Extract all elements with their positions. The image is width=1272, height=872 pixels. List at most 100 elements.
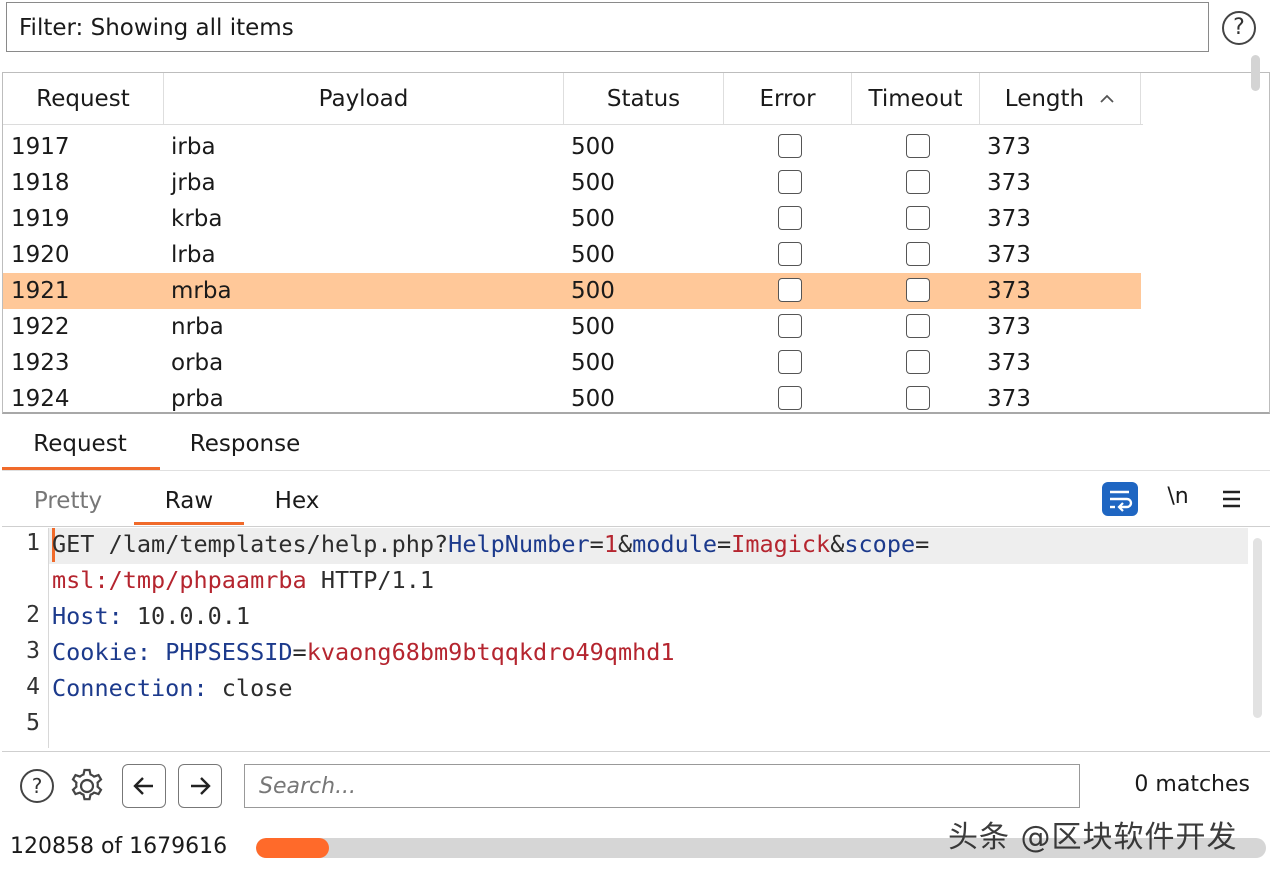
gutter-divider xyxy=(48,528,49,748)
cell-payload: irba xyxy=(171,134,216,160)
code-line-3: Cookie: PHPSESSID=kvaong68bm9btqqkdro49q… xyxy=(52,638,675,666)
progress-count: 120858 of 1679616 xyxy=(10,834,228,859)
results-table: Request Payload Status Error Timeout Len… xyxy=(2,72,1270,414)
cell-request: 1924 xyxy=(11,386,70,412)
tabs-divider xyxy=(2,470,1270,471)
cell-payload: jrba xyxy=(171,170,216,196)
error-checkbox xyxy=(778,206,802,230)
cell-request: 1919 xyxy=(11,206,70,232)
tab-pretty[interactable]: Pretty xyxy=(22,488,114,514)
timeout-checkbox xyxy=(906,242,930,266)
table-row[interactable]: 1918 jrba 500 373 xyxy=(3,165,1141,201)
line-number: 2 xyxy=(26,602,40,628)
line-number: 1 xyxy=(26,530,40,556)
table-row[interactable]: 1917 irba 500 373 xyxy=(3,129,1141,165)
cell-length: 373 xyxy=(987,314,1031,340)
cell-request: 1921 xyxy=(11,278,70,304)
tab-raw[interactable]: Raw xyxy=(140,488,238,514)
column-header-error[interactable]: Error xyxy=(724,73,852,124)
error-checkbox xyxy=(778,242,802,266)
cell-length: 373 xyxy=(987,134,1031,160)
menu-button[interactable] xyxy=(1216,484,1246,514)
line-number: 5 xyxy=(26,710,40,736)
cell-payload: prba xyxy=(171,386,224,412)
column-header-payload[interactable]: Payload xyxy=(164,73,564,124)
previous-match-button[interactable] xyxy=(122,764,166,808)
cell-length: 373 xyxy=(987,350,1031,376)
editor-scrollbar[interactable] xyxy=(1253,538,1262,718)
cell-status: 500 xyxy=(571,314,615,340)
cell-request: 1917 xyxy=(11,134,70,160)
cell-length: 373 xyxy=(987,242,1031,268)
progress-bar-fill xyxy=(256,838,329,858)
cell-payload: orba xyxy=(171,350,224,376)
sort-ascending-icon xyxy=(1094,89,1115,108)
match-count: 0 matches xyxy=(1134,772,1250,797)
error-checkbox xyxy=(778,350,802,374)
table-row[interactable]: 1921 mrba 500 373 xyxy=(3,273,1141,309)
tab-hex[interactable]: Hex xyxy=(262,488,332,514)
cell-length: 373 xyxy=(987,386,1031,412)
settings-button[interactable] xyxy=(66,765,108,807)
cell-status: 500 xyxy=(571,350,615,376)
cell-payload: nrba xyxy=(171,314,224,340)
timeout-checkbox xyxy=(906,206,930,230)
timeout-checkbox xyxy=(906,170,930,194)
hamburger-menu-icon xyxy=(1223,490,1240,508)
cell-length: 373 xyxy=(987,170,1031,196)
help-button[interactable]: ? xyxy=(20,769,54,803)
timeout-checkbox xyxy=(906,350,930,374)
error-checkbox xyxy=(778,134,802,158)
help-icon: ? xyxy=(31,774,43,798)
cell-length: 373 xyxy=(987,278,1031,304)
cell-payload: mrba xyxy=(171,278,232,304)
error-checkbox xyxy=(778,386,802,410)
table-row[interactable]: 1924 prba 500 373 xyxy=(3,381,1141,412)
table-row[interactable]: 1920 lrba 500 373 xyxy=(3,237,1141,273)
timeout-checkbox xyxy=(906,386,930,410)
arrow-right-icon xyxy=(191,777,211,795)
table-row[interactable]: 1919 krba 500 373 xyxy=(3,201,1141,237)
timeout-checkbox xyxy=(906,314,930,338)
table-header: Request Payload Status Error Timeout Len… xyxy=(3,73,1143,125)
column-header-request[interactable]: Request xyxy=(3,73,164,124)
filter-help-icon[interactable]: ? xyxy=(1222,11,1256,45)
cell-status: 500 xyxy=(571,206,615,232)
code-line-2: Host: 10.0.0.1 xyxy=(52,602,251,630)
wrap-lines-button[interactable] xyxy=(1102,482,1138,516)
table-scrollbar[interactable] xyxy=(1251,55,1260,91)
cell-length: 373 xyxy=(987,206,1031,232)
cell-request: 1920 xyxy=(11,242,70,268)
error-checkbox xyxy=(778,170,802,194)
tab-response[interactable]: Response xyxy=(170,431,320,467)
filter-bar[interactable]: Filter: Showing all items xyxy=(6,2,1209,52)
wrap-lines-icon xyxy=(1110,490,1133,512)
cell-status: 500 xyxy=(571,278,615,304)
cell-request: 1922 xyxy=(11,314,70,340)
timeout-checkbox xyxy=(906,278,930,302)
cell-status: 500 xyxy=(571,242,615,268)
tab-request[interactable]: Request xyxy=(2,431,158,467)
column-header-length[interactable]: Length xyxy=(980,73,1141,124)
next-match-button[interactable] xyxy=(178,764,222,808)
cell-request: 1918 xyxy=(11,170,70,196)
error-checkbox xyxy=(778,278,802,302)
newline-toggle-button[interactable]: \n xyxy=(1160,484,1196,509)
gear-icon xyxy=(71,768,103,801)
search-input[interactable] xyxy=(244,764,1080,808)
code-line-4: Connection: close xyxy=(52,674,293,702)
arrow-left-icon xyxy=(133,777,153,795)
cell-status: 500 xyxy=(571,170,615,196)
line-number: 4 xyxy=(26,674,40,700)
cell-status: 500 xyxy=(571,134,615,160)
watermark: 头条 @区块软件开发 xyxy=(948,820,1238,855)
table-row[interactable]: 1923 orba 500 373 xyxy=(3,345,1141,381)
table-row[interactable]: 1922 nrba 500 373 xyxy=(3,309,1141,345)
column-header-status[interactable]: Status xyxy=(564,73,724,124)
timeout-checkbox xyxy=(906,134,930,158)
line-number: 3 xyxy=(26,638,40,664)
error-checkbox xyxy=(778,314,802,338)
code-line-1: GET /lam/templates/help.php?HelpNumber=1… xyxy=(52,530,930,558)
code-line-1-wrap: msl:/tmp/phpaamrba HTTP/1.1 xyxy=(52,566,435,594)
column-header-timeout[interactable]: Timeout xyxy=(852,73,980,124)
